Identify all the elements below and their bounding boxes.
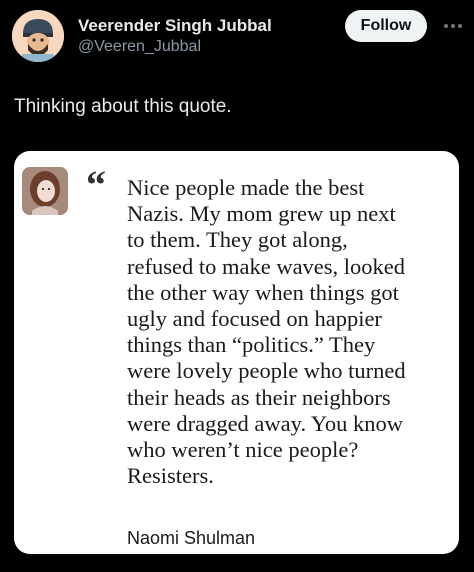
quote-line: Resisters.	[127, 463, 214, 489]
quote-line: refused to make waves, looked	[127, 253, 406, 279]
quote-line: who weren’t nice people?	[127, 436, 359, 462]
quote-line: to them. They got along,	[127, 227, 348, 253]
author-handle[interactable]: @Veeren_Jubbal	[78, 38, 201, 56]
quote-line: things than “politics.” They	[127, 332, 376, 358]
quote-line: were lovely people who turned	[127, 358, 406, 384]
follow-button[interactable]: Follow	[345, 10, 427, 42]
quote-image-card[interactable]: “ Nice people made the best Nazis. My mo…	[14, 151, 459, 554]
quote-line: ugly and focused on happier	[127, 305, 382, 331]
more-horizontal-icon[interactable]	[438, 16, 468, 36]
quote-line: Nice people made the best	[127, 175, 365, 200]
quote-line: were dragged away. You know	[127, 410, 403, 436]
quote-author-photo	[22, 167, 68, 215]
opening-quote-icon: “	[86, 162, 106, 207]
quote-line: their heads as their neighbors	[127, 384, 391, 410]
tweet-text: Thinking about this quote.	[14, 96, 232, 117]
quote-author-avatar	[22, 167, 68, 215]
quote-line: the other way when things got	[127, 279, 399, 305]
tweet-header: Veerender Singh Jubbal @Veeren_Jubbal Fo…	[0, 0, 474, 80]
quote-author-name: Naomi Shulman	[127, 528, 256, 548]
quote-text: Nice people made the best Nazis. My mom …	[127, 175, 457, 489]
quote-line: Nazis. My mom grew up next	[127, 201, 396, 227]
author-avatar[interactable]	[12, 10, 64, 62]
author-avatar-illustration	[12, 10, 64, 62]
author-display-name[interactable]: Veerender Singh Jubbal	[78, 16, 272, 36]
